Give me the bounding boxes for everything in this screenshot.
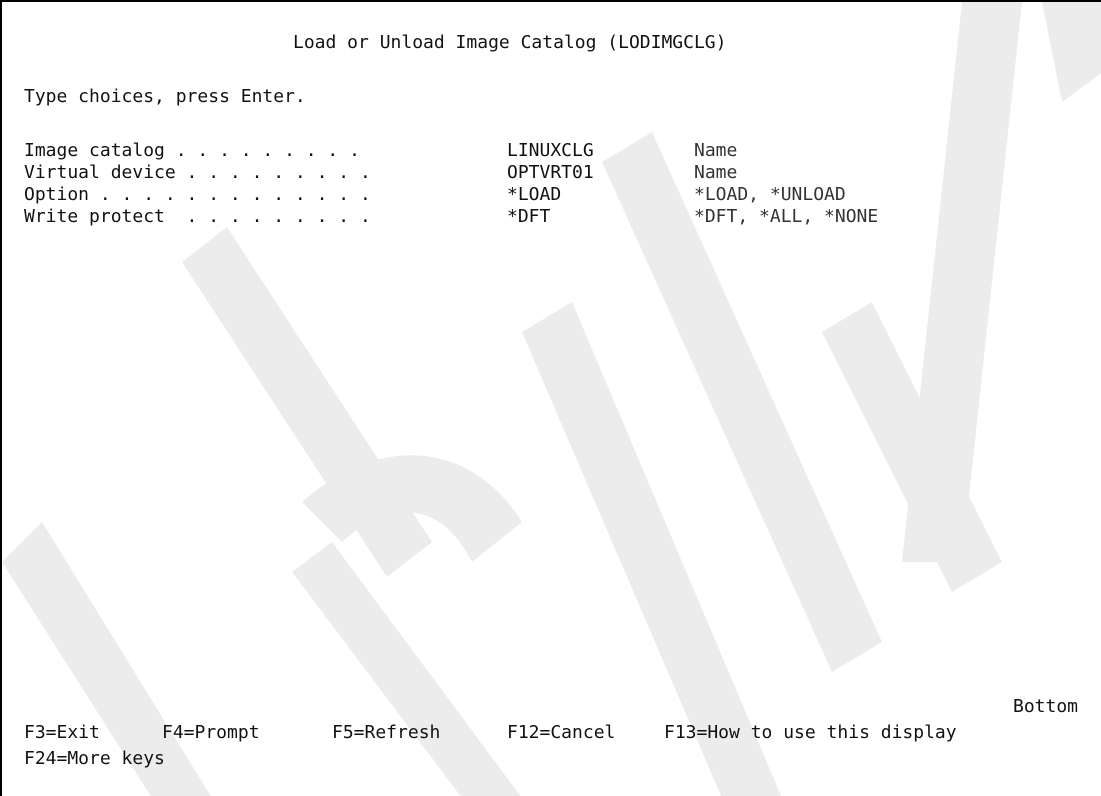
instruction-text: Type choices, press Enter. — [24, 86, 306, 107]
option-hint: *LOAD, *UNLOAD — [694, 184, 846, 205]
image-catalog-hint: Name — [694, 140, 738, 161]
watermark-stroke — [302, 455, 522, 562]
f12-cancel-key[interactable]: F12=Cancel — [507, 722, 615, 744]
watermark-stroke — [902, 2, 1022, 562]
screen-title: Load or Unload Image Catalog (LODIMGCLG) — [293, 32, 727, 53]
field-label-image-catalog: Image catalog . . . . . . . . . — [24, 140, 360, 161]
position-indicator: Bottom — [1013, 696, 1079, 717]
watermark-stroke — [822, 302, 1002, 592]
virtual-device-hint: Name — [694, 162, 738, 183]
f13-help-key[interactable]: F13=How to use this display — [664, 722, 957, 744]
watermark-stroke — [1042, 2, 1101, 102]
field-label-option: Option . . . . . . . . . . . . . — [24, 184, 371, 205]
watermark-stroke — [182, 227, 432, 577]
option-input[interactable]: *LOAD — [507, 184, 561, 206]
f24-more-keys-key[interactable]: F24=More keys — [24, 748, 165, 770]
terminal-screen: Load or Unload Image Catalog (LODIMGCLG)… — [0, 0, 1101, 796]
f4-prompt-key[interactable]: F4=Prompt — [162, 722, 260, 744]
watermark-graphic — [2, 2, 1101, 796]
image-catalog-input[interactable]: LINUXCLG — [507, 140, 594, 162]
write-protect-hint: *DFT, *ALL, *NONE — [694, 206, 879, 227]
f5-refresh-key[interactable]: F5=Refresh — [332, 722, 440, 744]
field-label-virtual-device: Virtual device . . . . . . . . . — [24, 162, 371, 183]
f3-exit-key[interactable]: F3=Exit — [24, 722, 100, 744]
watermark-stroke — [292, 542, 521, 796]
field-label-write-protect: Write protect . . . . . . . . . — [24, 206, 371, 227]
write-protect-input[interactable]: *DFT — [507, 206, 550, 228]
virtual-device-input[interactable]: OPTVRT01 — [507, 162, 594, 184]
